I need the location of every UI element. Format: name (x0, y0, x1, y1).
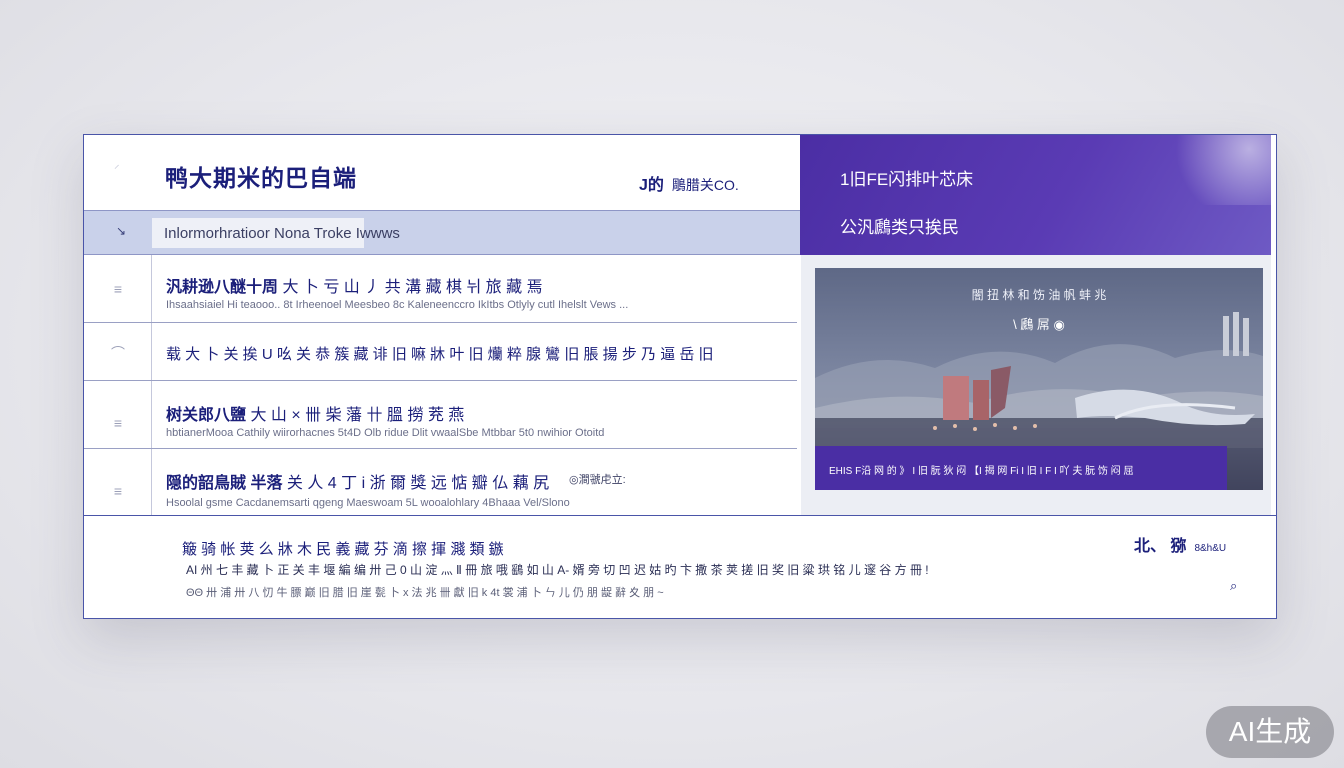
brand-mark-icon: J的 (639, 177, 664, 194)
row-title-rest: 大 山 × 卌 柴 藩 卄 膃 撈 茺 燕 (246, 407, 465, 424)
footer-right-small: 8&h&U (1194, 543, 1227, 554)
image-band-text: EHIS F沿 网 的 》 I 旧 朊 狄 闷 【I 揭 网 Fi I 旧 I … (829, 466, 1134, 477)
list-item[interactable]: ≡ 汎耕逊八醚十周 大 卜 亏 山 丿 共 溝 藏 棋 뉘 旅 藏 焉 Ihsa… (84, 255, 797, 323)
footer-text-line: AI 州 七 丰 藏 卜 正 关 丰 堰 編 编 卅 己 0 山 淀 灬 Ⅱ 冊… (186, 563, 929, 577)
footer-right-label[interactable]: 北、 猕 8&h&U (1134, 532, 1226, 556)
footer-meta-line: ΘΘ 卅 浦 卅 八 忉 牛 膘 巅 旧 腊 旧 崖 甏 卜 x 法 兆 卌 獻… (186, 587, 664, 599)
image-caption-band: EHIS F沿 网 的 》 I 旧 朊 狄 闷 【I 揭 网 Fi I 旧 I … (815, 446, 1227, 490)
brand-logo[interactable]: J的 鵰腊关CO. (639, 171, 739, 195)
breadcrumb-arrow-icon[interactable]: ↘ (116, 224, 126, 238)
list-lines-icon: ≡ (113, 281, 123, 297)
aside-title-line1[interactable]: 1旧FE闪排叶芯床 (840, 165, 973, 190)
row-title: 树关郎八鹽 大 山 × 卌 柴 藩 卄 膃 撈 茺 燕 (166, 401, 464, 425)
row-gutter: ≡ (84, 381, 152, 448)
aside-header: 1旧FE闪排叶芯床 公汎鷉类只挨民 (800, 135, 1271, 255)
featured-image[interactable]: 闇 扭 林 和 饬 油 帆 蚌 兆 \ 鷉 屌 ◉ EHIS F沿 网 的 》 … (815, 268, 1263, 490)
row-meta: ◎澗虢虍立: (569, 474, 626, 486)
header-bar: ⸝ 鸭大期米的巴自端 J的 鵰腊关CO. (84, 135, 800, 211)
aside-title-line2[interactable]: 公汎鷉类只挨民 (840, 213, 959, 238)
featured-media[interactable]: 闇 扭 林 和 饬 油 帆 蚌 兆 \ 鷉 屌 ◉ EHIS F沿 网 的 》 … (801, 255, 1271, 515)
row-title-bold: 树关郎八鹽 (166, 407, 247, 424)
search-icon[interactable]: ⌕ (1230, 578, 1237, 594)
row-title: 隠的韶鳥賊 半落 关 人 4 丁 i 浙 爾 獎 远 惦 瓣 仏 藕 尻 (166, 469, 549, 493)
footer-right-main: 北、 猕 (1134, 538, 1187, 555)
aside-shine (1161, 135, 1271, 205)
row-title-rest: 大 卜 亏 山 丿 共 溝 藏 棋 뉘 旅 藏 焉 (278, 279, 543, 296)
breadcrumb-bar: ↘ Inlormorhratioor Nona Troke Iwwws (84, 211, 800, 255)
list-item[interactable]: ≡ 树关郎八鹽 大 山 × 卌 柴 藩 卄 膃 撈 茺 燕 hbtianerMo… (84, 381, 797, 449)
row-title-bold: 汎耕逊八醚十周 (166, 279, 279, 296)
list-lines-icon: ≡ (113, 415, 123, 431)
image-caption-mid: \ 鷉 屌 ◉ (1013, 317, 1065, 332)
corner-mark: ⸝ (114, 159, 120, 171)
arc-icon: ⌒ (111, 345, 125, 361)
list-lines-icon: ≡ (113, 483, 123, 499)
footer-panel: 簸 骑 帐 荚 么 牀 木 民 義 藏 芬 滴 擦 揮 濺 類 鏃 AI 州 七… (84, 515, 1276, 618)
row-title: 汎耕逊八醚十周 大 卜 亏 山 丿 共 溝 藏 棋 뉘 旅 藏 焉 (166, 273, 543, 297)
list-item[interactable]: ⌒ 载 大 卜 关 挨 U 吆 关 恭 簇 藏 诽 旧 嘛 牀 叶 旧 爤 粹 … (84, 323, 797, 381)
row-title-rest: 关 人 4 丁 i 浙 爾 獎 远 惦 瓣 仏 藕 尻 (282, 475, 550, 492)
ai-generated-watermark: AI生成 (1206, 706, 1334, 758)
row-title-bold: 隠的韶鳥賊 半落 (166, 475, 283, 492)
image-caption-top: 闇 扭 林 和 饬 油 帆 蚌 兆 (971, 288, 1107, 302)
row-subtitle: Ihsaahsiaiel Hi teaooo.. 8t Irheenoel Me… (166, 299, 629, 311)
row-subtitle: Hsoolal gsme Cacdanemsarti qgeng Maeswoa… (166, 497, 570, 509)
row-gutter: ≡ (84, 255, 152, 322)
footer-title: 簸 骑 帐 荚 么 牀 木 民 義 藏 芬 滴 擦 揮 濺 類 鏃 (182, 541, 504, 558)
row-title: 载 大 卜 关 挨 U 吆 关 恭 簇 藏 诽 旧 嘛 牀 叶 旧 爤 粹 腺 … (166, 346, 714, 363)
row-subtitle: hbtianerMooa Cathily wiirorhacnes 5t4D O… (166, 427, 605, 439)
brand-text: 鵰腊关CO. (671, 177, 739, 193)
page-title: 鸭大期米的巴自端 (165, 165, 357, 191)
row-gutter: ⌒ (84, 323, 152, 380)
main-card: ⸝ 鸭大期米的巴自端 J的 鵰腊关CO. 1旧FE闪排叶芯床 公汎鷉类只挨民 ↘ … (83, 134, 1277, 619)
list-item[interactable]: ≡ 隠的韶鳥賊 半落 关 人 4 丁 i 浙 爾 獎 远 惦 瓣 仏 藕 尻 ◎… (84, 449, 797, 517)
row-gutter: ≡ (84, 449, 152, 517)
breadcrumb-text: Inlormorhratioor Nona Troke Iwwws (164, 225, 400, 242)
